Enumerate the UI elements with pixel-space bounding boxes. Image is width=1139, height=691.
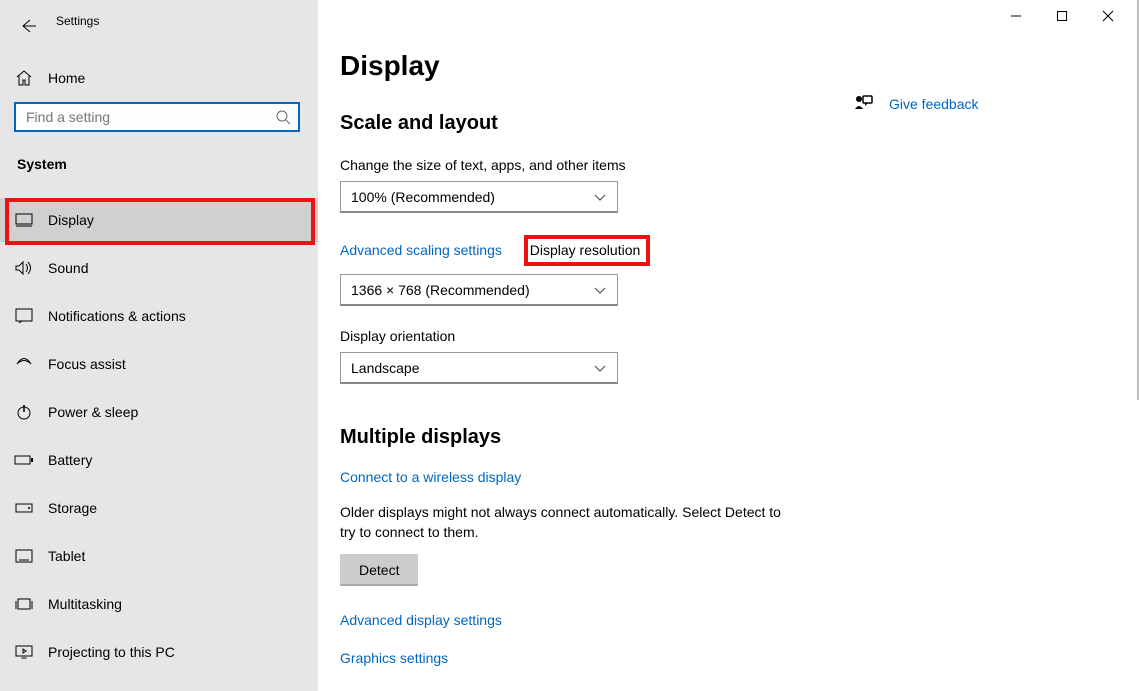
orientation-select[interactable]: Landscape xyxy=(340,352,618,384)
power-icon xyxy=(14,402,34,422)
graphics-settings-link[interactable]: Graphics settings xyxy=(340,650,448,666)
window-title: Settings xyxy=(56,14,99,28)
feedback-icon xyxy=(853,93,875,115)
focus-icon xyxy=(14,354,34,374)
search-icon xyxy=(268,102,298,132)
storage-icon xyxy=(14,498,34,518)
sidebar-item-label: Projecting to this PC xyxy=(48,644,175,660)
notifications-icon xyxy=(14,306,34,326)
close-button[interactable] xyxy=(1085,0,1131,32)
resolution-label: Display resolution xyxy=(530,242,641,258)
sidebar-item-focus[interactable]: Focus assist xyxy=(0,342,318,386)
back-button[interactable] xyxy=(16,14,40,38)
chevron-down-icon xyxy=(593,363,607,373)
sidebar-item-label: Storage xyxy=(48,500,97,516)
sidebar-item-label: Tablet xyxy=(48,548,85,564)
sidebar-home-label: Home xyxy=(48,70,85,86)
give-feedback-link[interactable]: Give feedback xyxy=(853,93,979,115)
display-icon xyxy=(14,210,34,230)
sidebar-item-label: Focus assist xyxy=(48,356,126,372)
sidebar-item-label: Display xyxy=(48,212,94,228)
tablet-icon xyxy=(14,546,34,566)
chevron-down-icon xyxy=(593,192,607,202)
minimize-button[interactable] xyxy=(993,0,1039,32)
sidebar-item-label: Battery xyxy=(48,452,92,468)
connect-wireless-link[interactable]: Connect to a wireless display xyxy=(340,469,521,485)
sound-icon xyxy=(14,258,34,278)
sidebar-item-battery[interactable]: Battery xyxy=(0,438,318,482)
scale-label: Change the size of text, apps, and other… xyxy=(340,157,1131,173)
section-scale: Scale and layout xyxy=(340,112,1131,135)
sidebar-item-notifications[interactable]: Notifications & actions xyxy=(0,294,318,338)
sidebar-item-sound[interactable]: Sound xyxy=(0,246,318,290)
detect-text: Older displays might not always connect … xyxy=(340,503,790,542)
battery-icon xyxy=(14,450,34,470)
resolution-select[interactable]: 1366 × 768 (Recommended) xyxy=(340,274,618,306)
advanced-display-link[interactable]: Advanced display settings xyxy=(340,612,502,628)
window-controls xyxy=(993,0,1131,32)
sidebar-item-tablet[interactable]: Tablet xyxy=(0,534,318,578)
home-icon xyxy=(14,68,34,88)
sidebar-item-label: Notifications & actions xyxy=(48,308,186,324)
highlight-resolution-label: Display resolution xyxy=(524,235,651,266)
sidebar-home[interactable]: Home xyxy=(14,58,85,98)
main-content: Display Scale and layout Change the size… xyxy=(318,0,1131,691)
orientation-label: Display orientation xyxy=(340,328,1131,344)
detect-button[interactable]: Detect xyxy=(340,554,418,586)
feedback-label: Give feedback xyxy=(889,96,979,112)
sidebar-nav: Display Sound Notifications & actions Fo… xyxy=(0,198,318,674)
sidebar-item-label: Power & sleep xyxy=(48,404,138,420)
sidebar-item-label: Sound xyxy=(48,260,88,276)
sidebar-item-label: Multitasking xyxy=(48,596,122,612)
multitasking-icon xyxy=(14,594,34,614)
section-multiple: Multiple displays xyxy=(340,426,1131,449)
sidebar-item-storage[interactable]: Storage xyxy=(0,486,318,530)
page-title: Display xyxy=(340,50,1131,82)
sidebar-item-display[interactable]: Display xyxy=(0,198,318,242)
advanced-scaling-link[interactable]: Advanced scaling settings xyxy=(340,242,502,258)
sidebar-item-multitasking[interactable]: Multitasking xyxy=(0,582,318,626)
sidebar-item-projecting[interactable]: Projecting to this PC xyxy=(0,630,318,674)
sidebar: Settings Home System Display Sound Notif… xyxy=(0,0,318,691)
orientation-value: Landscape xyxy=(351,360,420,376)
scale-select[interactable]: 100% (Recommended) xyxy=(340,181,618,213)
search-input[interactable] xyxy=(16,109,268,125)
sidebar-category: System xyxy=(17,156,67,172)
scrollbar[interactable] xyxy=(1131,0,1139,691)
search-box[interactable] xyxy=(14,102,300,132)
projecting-icon xyxy=(14,642,34,662)
scale-value: 100% (Recommended) xyxy=(351,189,495,205)
maximize-button[interactable] xyxy=(1039,0,1085,32)
chevron-down-icon xyxy=(593,285,607,295)
resolution-value: 1366 × 768 (Recommended) xyxy=(351,282,530,298)
sidebar-item-power[interactable]: Power & sleep xyxy=(0,390,318,434)
